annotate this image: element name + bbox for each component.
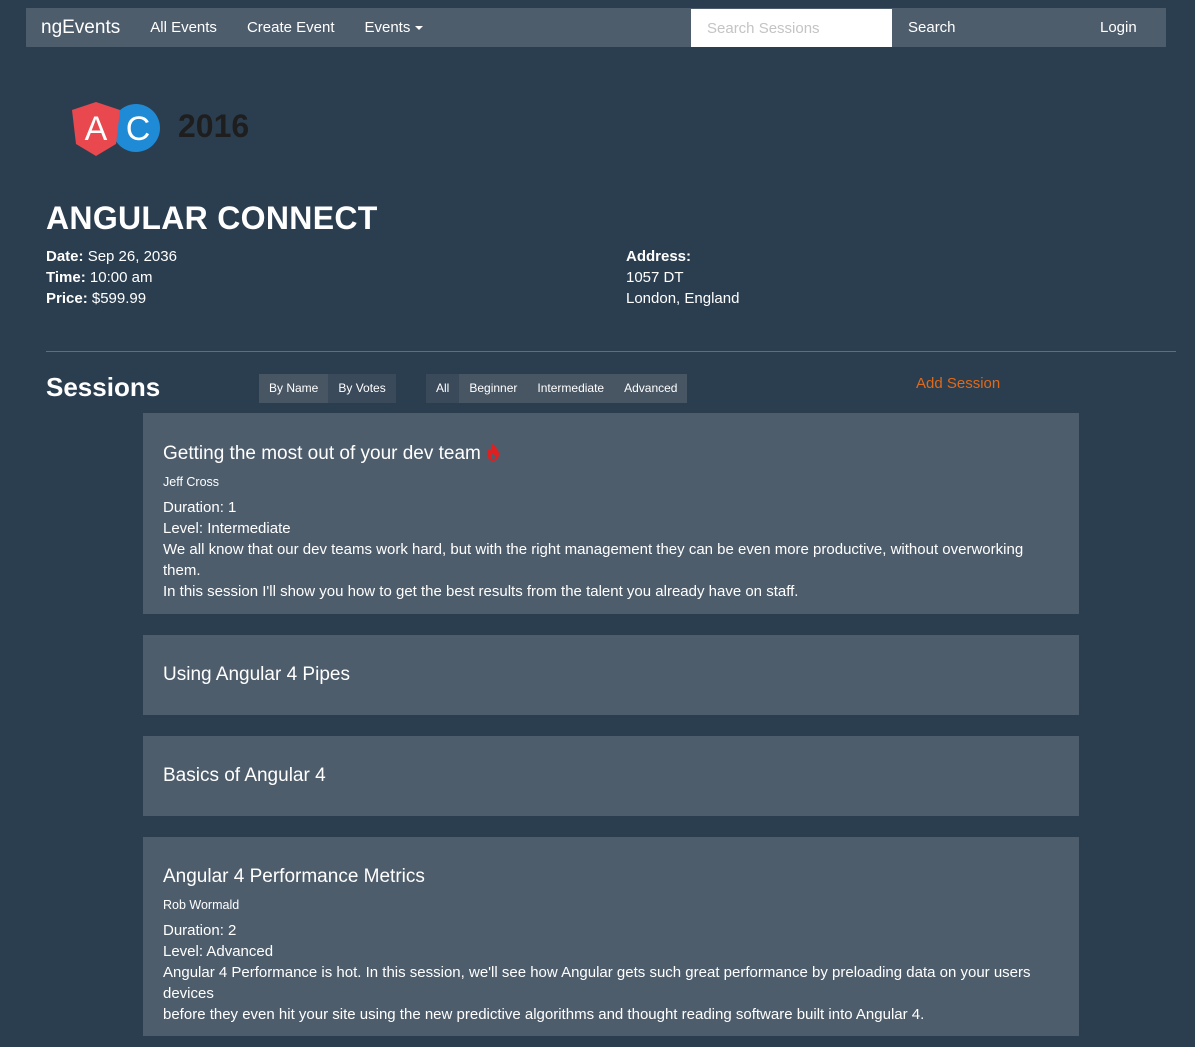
date-label: Date: (46, 248, 84, 265)
session-duration: Duration: 1 (163, 499, 237, 516)
event-logo: A C 2016 (68, 100, 268, 160)
navbar: ngEvents All Events Create Event Events … (26, 8, 1166, 47)
session-presenter: Rob Wormald (163, 898, 240, 912)
nav-all-events[interactable]: All Events (135, 8, 232, 47)
fire-icon (486, 443, 499, 461)
svg-text:A: A (85, 110, 108, 148)
address-line2: London, England (626, 290, 740, 307)
event-price: $599.99 (91, 290, 147, 307)
event-date: Sep 26, 2036 (87, 248, 177, 265)
session-card[interactable]: Getting the most out of your dev team Je… (143, 413, 1079, 614)
session-card[interactable]: Basics of Angular 4 (143, 736, 1079, 816)
event-address: Address: 1057 DT London, England (626, 246, 739, 309)
sort-button-group: By Name By Votes (259, 374, 396, 403)
session-title[interactable]: Basics of Angular 4 (163, 765, 1059, 787)
session-duration: Duration: 2 (163, 922, 237, 939)
session-level: Level: Intermediate (163, 520, 291, 537)
nav-events-label: Events (364, 19, 411, 36)
sessions-heading: Sessions (46, 372, 161, 402)
filter-intermediate-button[interactable]: Intermediate (527, 374, 615, 403)
sort-by-votes-button[interactable]: By Votes (328, 374, 396, 403)
event-title: ANGULAR CONNECT (46, 200, 378, 236)
divider (46, 351, 1176, 352)
price-label: Price: (46, 290, 88, 307)
level-filter-group: All Beginner Intermediate Advanced (426, 374, 688, 403)
chevron-down-icon (415, 26, 424, 31)
sort-by-name-button[interactable]: By Name (259, 374, 329, 403)
add-session-link[interactable]: Add Session (916, 375, 1000, 392)
svg-text:C: C (126, 110, 151, 148)
logo-year: 2016 (178, 108, 250, 144)
angular-connect-logo-icon: A C (72, 102, 160, 156)
nav-events-dropdown[interactable]: Events (349, 8, 438, 47)
session-title: Getting the most out of your dev team (163, 443, 481, 464)
session-card[interactable]: Angular 4 Performance Metrics Rob Wormal… (143, 837, 1079, 1036)
search-input[interactable] (691, 9, 892, 47)
session-title[interactable]: Angular 4 Performance Metrics (163, 866, 1059, 888)
session-abstract-line1: Angular 4 Performance is hot. In this se… (163, 964, 1031, 1002)
session-abstract-line2: before they even hit your site using the… (163, 1006, 925, 1023)
nav-create-event[interactable]: Create Event (232, 8, 350, 47)
time-label: Time: (46, 269, 86, 286)
brand-link[interactable]: ngEvents (26, 8, 135, 47)
search-button[interactable]: Search (908, 8, 956, 47)
session-title[interactable]: Using Angular 4 Pipes (163, 664, 1059, 686)
login-link[interactable]: Login (1100, 8, 1137, 47)
filter-advanced-button[interactable]: Advanced (614, 374, 688, 403)
address-label: Address: (626, 248, 692, 265)
session-level: Level: Advanced (163, 943, 274, 960)
event-details: Date: Sep 26, 2036 Time: 10:00 am Price:… (46, 246, 177, 309)
filter-all-button[interactable]: All (426, 374, 460, 403)
address-line1: 1057 DT (626, 269, 684, 286)
session-abstract-line1: We all know that our dev teams work hard… (163, 541, 1024, 579)
session-presenter: Jeff Cross (163, 475, 220, 489)
event-time: 10:00 am (89, 269, 153, 286)
filter-beginner-button[interactable]: Beginner (459, 374, 528, 403)
session-title-row[interactable]: Getting the most out of your dev team (163, 443, 1059, 465)
session-card[interactable]: Using Angular 4 Pipes (143, 635, 1079, 715)
session-abstract-line2: In this session I'll show you how to get… (163, 583, 799, 600)
